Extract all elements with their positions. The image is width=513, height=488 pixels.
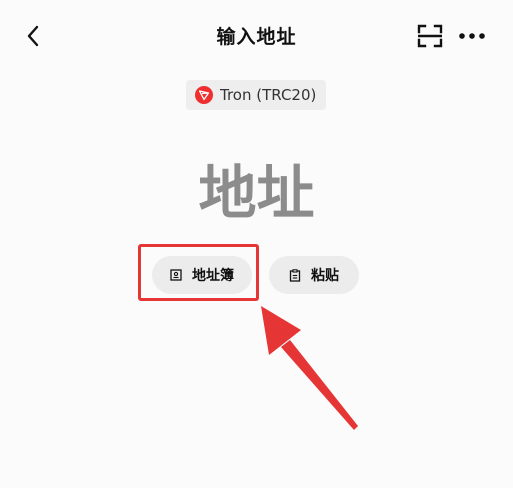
header: 输入地址	[0, 0, 513, 72]
address-book-label: 地址簿	[192, 268, 234, 284]
address-book-icon	[170, 269, 182, 281]
page: 输入地址 Tron (TRC20) 地址 地址簿 粘贴	[0, 0, 513, 488]
tron-logo-icon	[195, 86, 213, 104]
annotation-arrow-icon	[261, 306, 358, 430]
clipboard-icon	[289, 268, 301, 282]
address-input[interactable]	[100, 150, 413, 236]
more-button[interactable]	[456, 24, 488, 48]
paste-button[interactable]: 粘贴	[269, 256, 359, 294]
more-horizontal-icon	[459, 33, 485, 39]
paste-label: 粘贴	[311, 268, 339, 284]
address-book-button[interactable]: 地址簿	[152, 256, 252, 294]
network-label: Tron (TRC20)	[220, 86, 317, 104]
network-selector[interactable]: Tron (TRC20)	[186, 80, 326, 110]
scan-button[interactable]	[417, 24, 443, 48]
scan-icon	[417, 24, 443, 48]
